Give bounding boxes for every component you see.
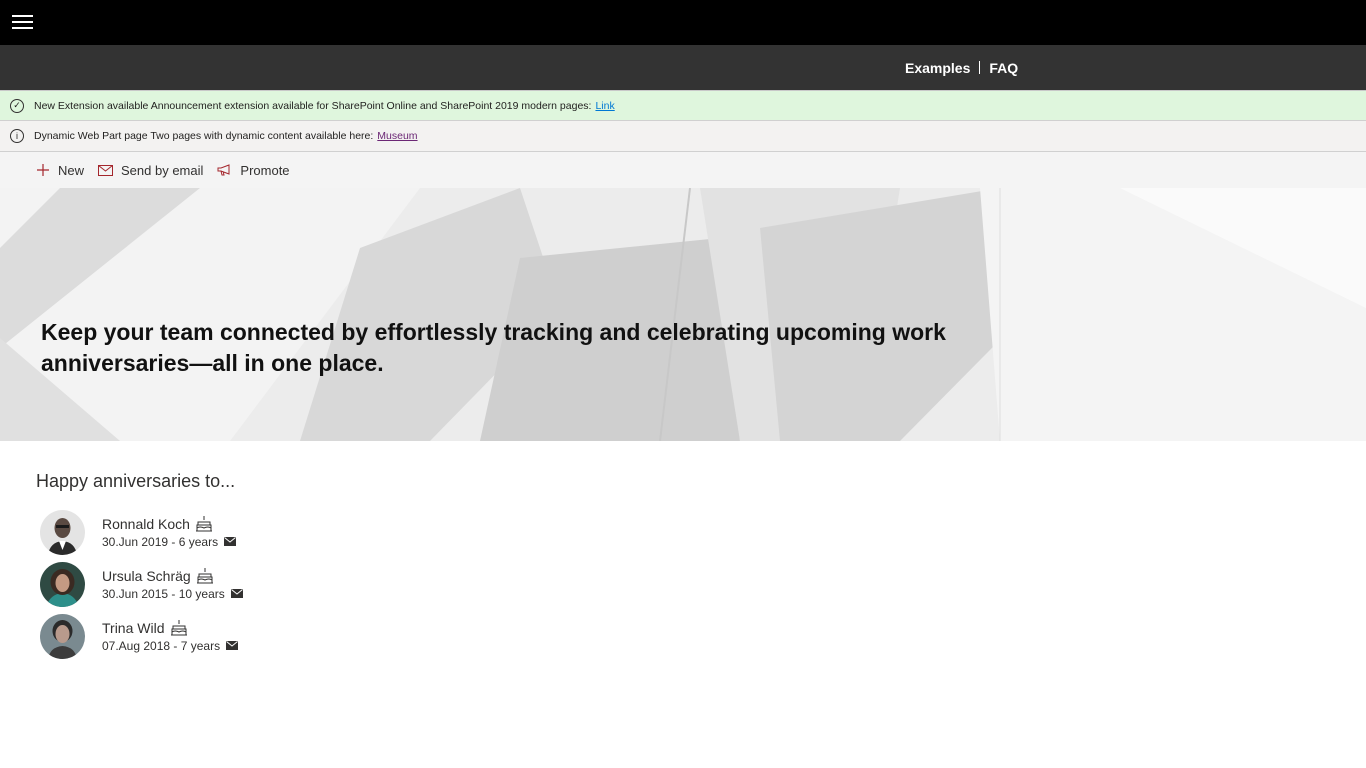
nav-link-faq[interactable]: FAQ	[989, 60, 1018, 76]
cake-icon	[195, 515, 212, 531]
mail-icon[interactable]	[230, 589, 243, 598]
anniversary-date: 07.Aug 2018 - 7 years	[102, 638, 221, 653]
banner-text: Dynamic Web Part page Two pages with dyn…	[34, 130, 374, 142]
command-bar: New Send by email Promote	[0, 152, 1366, 188]
hero-banner: Keep your team connected by effortlessly…	[0, 188, 1366, 441]
site-navigation: Examples FAQ	[0, 45, 1366, 90]
top-bar	[0, 0, 1366, 45]
send-by-email-label: Send by email	[121, 162, 204, 178]
megaphone-icon	[217, 164, 230, 176]
person-name: Ursula Schräg	[102, 567, 191, 584]
banner-link[interactable]: Link	[595, 100, 614, 112]
anniversaries-heading: Happy anniversaries to...	[36, 471, 236, 491]
banner-text: New Extension available Announcement ext…	[34, 99, 592, 112]
mail-icon[interactable]	[224, 537, 237, 546]
anniversary-date: 30.Jun 2015 - 10 years	[102, 586, 225, 601]
avatar	[40, 613, 85, 659]
banner-link[interactable]: Museum	[377, 130, 417, 142]
new-button[interactable]: New	[36, 163, 84, 178]
plus-icon	[37, 164, 49, 176]
list-item: Ursula Schräg 30.Jun 2015 - 10 years	[36, 558, 1366, 610]
new-label: New	[58, 162, 85, 178]
hero-title: Keep your team connected by effortlessly…	[41, 319, 946, 376]
list-item: Trina Wild 07.Aug 2018 - 7 years	[36, 610, 1366, 662]
promote-label: Promote	[240, 162, 290, 178]
avatar	[40, 509, 85, 555]
list-item: Ronnald Koch 30.Jun 2019 - 6 years	[36, 506, 1366, 558]
nav-link-examples[interactable]: Examples	[905, 60, 970, 76]
mail-icon	[98, 164, 114, 176]
person-name: Trina Wild	[102, 619, 165, 636]
avatar	[40, 561, 85, 607]
hamburger-menu-icon[interactable]	[12, 15, 33, 29]
announcement-banner-info: i Dynamic Web Part page Two pages with d…	[0, 121, 1366, 152]
anniversary-date: 30.Jun 2019 - 6 years	[102, 534, 219, 549]
mail-icon[interactable]	[226, 641, 239, 650]
announcement-banner-success: ✓ New Extension available Announcement e…	[0, 90, 1366, 121]
checkmark-circle-icon: ✓	[10, 98, 24, 113]
hero-background-image	[0, 188, 1366, 441]
cake-icon	[170, 619, 187, 635]
promote-button[interactable]: Promote	[217, 162, 290, 178]
nav-links: Examples FAQ	[905, 45, 1018, 90]
info-icon: i	[10, 129, 24, 143]
anniversaries-section: Happy anniversaries to... Ronnald Koch 3…	[0, 441, 1366, 662]
person-name: Ronnald Koch	[102, 515, 190, 532]
send-by-email-button[interactable]: Send by email	[98, 163, 203, 178]
nav-separator	[979, 61, 981, 74]
cake-icon	[196, 567, 213, 583]
